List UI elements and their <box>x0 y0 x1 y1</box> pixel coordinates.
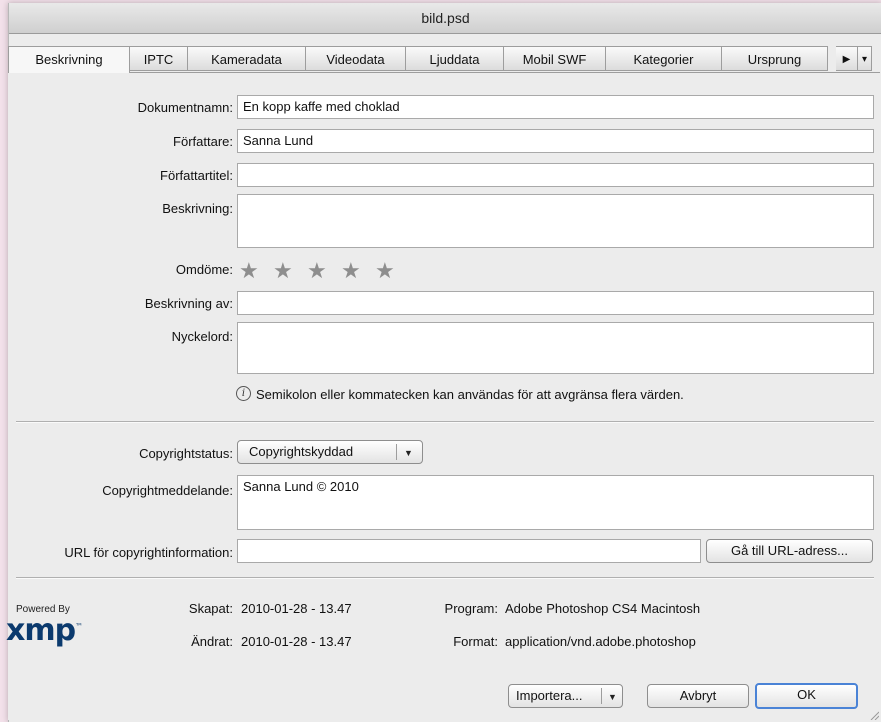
xmp-logo-text: xmp <box>6 613 76 648</box>
chevron-down-icon: ▼ <box>608 692 617 702</box>
format-label: Format: <box>453 634 498 649</box>
tab-videodata[interactable]: Videodata <box>306 46 406 71</box>
rating-star-icon[interactable]: ★ <box>341 260 361 282</box>
author-label: Författare: <box>173 134 233 149</box>
copyright-notice-field[interactable]: Sanna Lund © 2010 <box>237 475 874 530</box>
ok-button[interactable]: OK <box>755 683 858 709</box>
trademark-mark: ™ <box>75 622 83 631</box>
goto-url-button[interactable]: Gå till URL-adress... <box>706 539 873 563</box>
resize-grip-icon[interactable] <box>869 710 879 720</box>
tab-iptc[interactable]: IPTC <box>130 46 188 71</box>
description-writer-label: Beskrivning av: <box>144 296 233 311</box>
tab-mobil-swf[interactable]: Mobil SWF <box>504 46 606 71</box>
copyright-status-dropdown[interactable]: Copyrightskyddad ▼ <box>237 440 423 464</box>
tab-scroll-right-button[interactable]: ▶ <box>836 46 858 71</box>
copyright-notice-label: Copyrightmeddelande: <box>102 483 233 498</box>
copyright-status-label: Copyrightstatus: <box>139 446 233 461</box>
rating-star-icon[interactable]: ★ <box>375 260 395 282</box>
description-panel: Dokumentnamn: En kopp kaffe med choklad … <box>8 72 880 720</box>
divider <box>16 421 874 423</box>
dropdown-separator <box>396 444 397 460</box>
tab-ljuddata[interactable]: Ljuddata <box>406 46 504 71</box>
import-button[interactable]: Importera... ▼ <box>508 684 623 708</box>
hint-text: Semikolon eller kommatecken kan användas… <box>256 387 684 402</box>
rating-label: Omdöme: <box>175 262 233 277</box>
import-label: Importera... <box>516 688 583 703</box>
modified-value: 2010-01-28 - 13.47 <box>241 634 352 649</box>
rating-star-icon[interactable]: ★ <box>307 260 327 282</box>
description-writer-field[interactable] <box>237 291 874 315</box>
keywords-field[interactable] <box>237 322 874 374</box>
window-title: bild.psd <box>9 3 881 34</box>
copyright-url-label: URL för copyrightinformation: <box>64 545 233 560</box>
program-value: Adobe Photoshop CS4 Macintosh <box>505 601 701 616</box>
program-label: Program: <box>444 601 498 616</box>
rating-star-icon[interactable]: ★ <box>239 260 259 282</box>
description-field[interactable] <box>237 194 874 248</box>
cancel-button[interactable]: Avbryt <box>647 684 749 708</box>
doc-name-field[interactable]: En kopp kaffe med choklad <box>237 95 874 119</box>
import-separator <box>601 688 602 704</box>
xmp-logo: xmp™ <box>6 613 83 648</box>
tab-ursprung[interactable]: Ursprung <box>722 46 828 71</box>
tab-beskrivning[interactable]: Beskrivning <box>8 46 130 73</box>
author-title-field[interactable] <box>237 163 874 187</box>
tab-kameradata[interactable]: Kameradata <box>188 46 306 71</box>
rating-star-icon[interactable]: ★ <box>273 260 293 282</box>
description-label: Beskrivning: <box>162 201 233 216</box>
doc-name-label: Dokumentnamn: <box>137 100 233 115</box>
author-field[interactable]: Sanna Lund <box>237 129 874 153</box>
tab-kategorier[interactable]: Kategorier <box>606 46 722 71</box>
copyright-status-value: Copyrightskyddad <box>249 444 354 459</box>
menu-triangle-icon: ▾ <box>861 54 868 65</box>
info-icon: i <box>236 386 251 401</box>
play-arrow-icon: ▶ <box>842 54 851 65</box>
author-title-label: Författartitel: <box>160 168 233 183</box>
divider <box>16 577 874 579</box>
chevron-down-icon: ▼ <box>404 448 413 458</box>
copyright-url-field[interactable] <box>237 539 701 563</box>
created-value: 2010-01-28 - 13.47 <box>241 601 352 616</box>
tab-menu-button[interactable]: ▾ <box>858 46 872 71</box>
keywords-label: Nyckelord: <box>171 329 233 344</box>
format-value: application/vnd.adobe.photoshop <box>505 634 696 649</box>
tab-bar: Beskrivning IPTC Kameradata Videodata Lj… <box>8 46 880 73</box>
